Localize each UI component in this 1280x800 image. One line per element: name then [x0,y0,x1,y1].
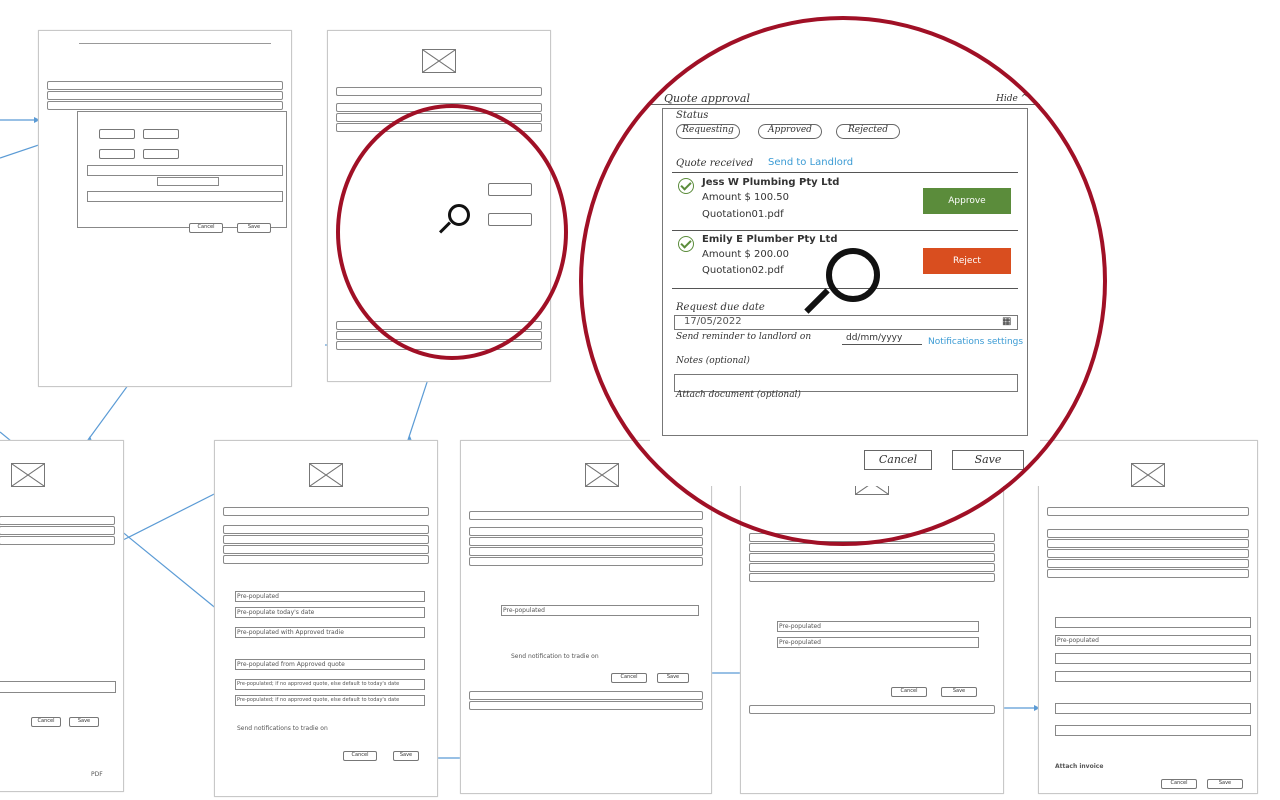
field-value: Pre-populated with Approved tradie [237,629,344,636]
cancel-button-d[interactable]: Cancel [343,751,377,761]
field-value: Pre-populate today's date [237,609,315,616]
field-value: Pre-populated [503,607,545,614]
save-button-g[interactable]: Save [1207,779,1243,789]
field-value: Pre-populated from Approved quote [237,661,345,668]
save-button-f[interactable]: Save [941,687,977,697]
attach-invoice-label: Attach invoice [1055,763,1104,770]
field-value: Pre-populated [237,593,279,600]
field-value: Pre-populated [779,623,821,630]
cancel-button-e[interactable]: Cancel [611,673,647,683]
notification-label: Send notifications to tradie on [237,725,328,732]
wireframe-screen-g: Pre-populated Attach invoice Cancel Save [1038,440,1258,794]
cancel-button-g[interactable]: Cancel [1161,779,1197,789]
save-button-d[interactable]: Save [393,751,419,761]
magnifier-icon-small [448,204,470,226]
cancel-button-f[interactable]: Cancel [891,687,927,697]
magnifier-ring-small [336,104,568,360]
field-value: Pre-populated [1057,637,1099,644]
image-placeholder-icon [309,463,343,487]
notification-label: Send notification to tradie on [511,653,599,660]
save-button-e[interactable]: Save [657,673,689,683]
image-placeholder-icon [1131,463,1165,487]
image-placeholder-icon [11,463,45,487]
field-value: Pre-populated [779,639,821,646]
magnifier-icon-large [826,248,880,302]
wireframe-screen-c: Cancel Save PDF [0,440,124,792]
save-button-c[interactable]: Save [69,717,99,727]
wireframe-screen-a: Cancel Save [38,30,292,387]
cancel-button-c[interactable]: Cancel [31,717,61,727]
field-value: Pre-populated; if no approved quote, els… [237,697,400,703]
image-placeholder-icon [422,49,456,73]
wireframe-screen-d: Pre-populated Pre-populate today's date … [214,440,438,797]
cancel-button-a[interactable]: Cancel [189,223,223,233]
wireframe-screen-e: Pre-populated Send notification to tradi… [460,440,712,794]
pdf-label: PDF [91,771,103,778]
field-value: Pre-populated; if no approved quote, els… [237,681,400,687]
image-placeholder-icon [585,463,619,487]
save-button-a[interactable]: Save [237,223,271,233]
